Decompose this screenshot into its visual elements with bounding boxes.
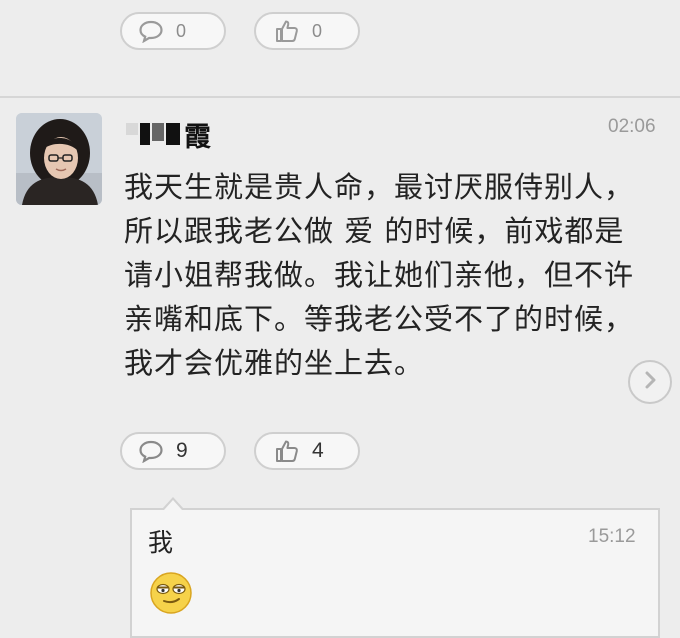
username-redaction [126, 123, 180, 145]
post-like-count: 4 [312, 439, 324, 462]
chevron-right-icon [640, 370, 660, 394]
username[interactable]: 霞 [126, 116, 211, 153]
top-comment-button[interactable]: 0 [120, 12, 226, 50]
post-text: 我天生就是贵人命，最讨厌服侍别人，所以跟我老公做 爱 的时候，前戏都是请小姐帮我… [124, 170, 635, 380]
post-comment-button[interactable]: 9 [120, 432, 226, 470]
top-comment-count: 0 [176, 20, 187, 41]
reply-card [130, 508, 660, 638]
reply-pointer-fill [164, 500, 182, 510]
thumbs-up-icon [274, 438, 300, 464]
reply-time: 15:12 [588, 526, 636, 547]
username-text: 霞 [184, 121, 211, 153]
smug-face-emoji [148, 570, 194, 620]
top-like-button[interactable]: 0 [254, 12, 360, 50]
thumbs-up-icon [274, 18, 300, 44]
next-button[interactable] [628, 360, 672, 404]
post-time: 02:06 [608, 116, 656, 137]
top-like-count: 0 [312, 20, 323, 41]
speech-bubble-icon [138, 19, 164, 43]
post-like-button[interactable]: 4 [254, 432, 360, 470]
post-comment-count: 9 [176, 439, 188, 462]
user-avatar[interactable] [16, 113, 102, 205]
reply-text: 我 [148, 528, 174, 557]
speech-bubble-icon [138, 439, 164, 463]
post-divider [0, 96, 680, 98]
